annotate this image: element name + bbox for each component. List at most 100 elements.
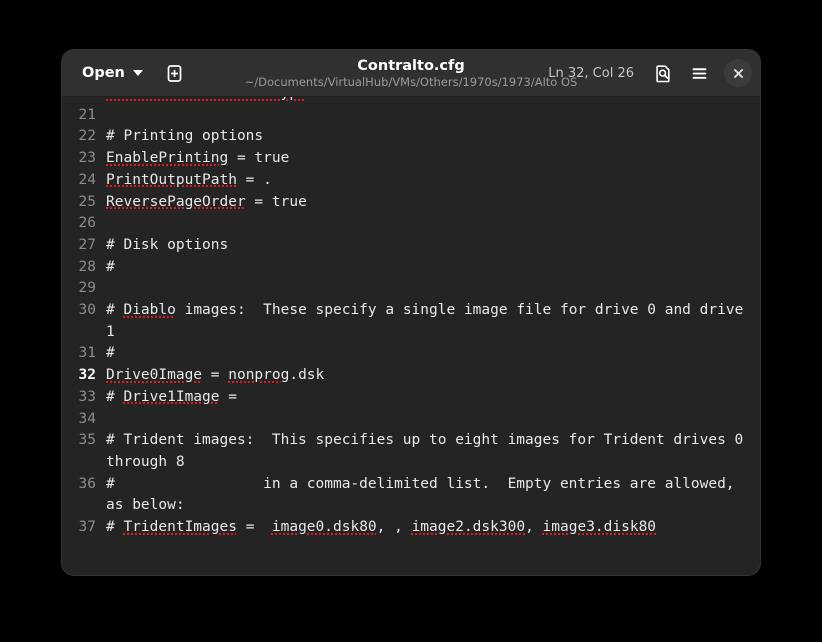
code-line[interactable]: 28# (62, 257, 760, 279)
code-line[interactable]: 30# Diablo images: These specify a singl… (62, 300, 760, 343)
code-line[interactable]: 26 (62, 213, 760, 235)
code-token: 1 (106, 324, 115, 340)
chevron-down-icon (133, 70, 143, 76)
line-number: 24 (62, 170, 106, 192)
line-number: 25 (62, 192, 106, 214)
window-title: Contralto.cfg (357, 57, 464, 75)
code-line[interactable]: 31# (62, 343, 760, 365)
code-line-text: EnablePrinting = true (106, 148, 760, 170)
misspelled-token: ReversePageOrder (106, 194, 246, 210)
headerbar-right-group: Ln 32, Col 26 (544, 56, 752, 90)
line-number: 22 (62, 126, 106, 148)
code-token: # Disk options (106, 237, 228, 253)
line-number: 28 (62, 257, 106, 279)
code-line-text: # TridentImages = image0.dsk80, , image2… (106, 517, 760, 539)
misspelled-token: Drive1Image (123, 389, 219, 405)
code-line-text: ReversePageOrder = true (106, 192, 760, 214)
code-line[interactable]: 20HostPacketInterfaceType = Ethernet (62, 97, 760, 105)
code-token: through 8 (106, 454, 185, 470)
code-token: # (106, 259, 115, 275)
main-menu-button[interactable] (682, 56, 716, 90)
code-line[interactable]: 21 (62, 105, 760, 127)
code-line-text: # Printing options (106, 126, 760, 148)
code-token: = (237, 519, 272, 535)
code-token: , (525, 519, 542, 535)
misspelled-token: Drive0Image (106, 367, 202, 383)
code-line[interactable]: 33# Drive1Image = (62, 387, 760, 409)
code-token: = (220, 389, 237, 405)
code-line-text: # in a comma-delimited list. Empty entri… (106, 474, 760, 517)
code-token: as below: (106, 497, 185, 513)
line-number: 35 (62, 430, 106, 452)
line-number: 36 (62, 474, 106, 496)
line-number: 29 (62, 278, 106, 300)
line-number: 27 (62, 235, 106, 257)
line-number: 30 (62, 300, 106, 322)
vertical-scrollbar[interactable] (754, 101, 758, 251)
code-token: # Printing options (106, 128, 263, 144)
code-line-text: HostPacketInterfaceType = Ethernet (106, 97, 760, 105)
code-token: = true (246, 194, 307, 210)
misspelled-token: image3.disk80 (543, 519, 657, 535)
window-subtitle-path: ~/Documents/VirtualHub/VMs/Others/1970s/… (245, 75, 578, 90)
line-number: 34 (62, 409, 106, 431)
line-number: 37 (62, 517, 106, 539)
code-line-text: # (106, 343, 760, 365)
find-replace-button[interactable] (646, 56, 680, 90)
code-editor-area[interactable]: 20HostPacketInterfaceType = Ethernet2122… (62, 97, 760, 575)
code-token: # in a comma-delimited list. Empty entri… (106, 476, 735, 492)
open-button-label: Open (82, 65, 125, 81)
code-line-text: # Diablo images: These specify a single … (106, 300, 760, 343)
code-line-text: # Drive1Image = (106, 387, 760, 409)
line-number: 26 (62, 213, 106, 235)
line-number: 21 (62, 105, 106, 127)
misspelled-token: HostPacketInterfaceType (106, 97, 307, 101)
code-line[interactable]: 36# in a comma-delimited list. Empty ent… (62, 474, 760, 517)
line-number: 31 (62, 343, 106, 365)
hamburger-menu-icon (690, 64, 709, 83)
text-editor-window: Open Contralto.cfg ~/Documents/VirtualHu… (62, 50, 760, 575)
code-line[interactable]: 37# TridentImages = image0.dsk80, , imag… (62, 517, 760, 539)
misspelled-token: nonprog (228, 367, 289, 383)
code-line[interactable]: 34 (62, 409, 760, 431)
document-search-icon (654, 64, 673, 83)
misspelled-token: image0.dsk80 (272, 519, 377, 535)
close-window-button[interactable] (724, 59, 752, 87)
misspelled-token: TridentImages (123, 519, 237, 535)
headerbar-left-group: Open (72, 56, 192, 90)
misspelled-token: image2.dsk300 (412, 519, 526, 535)
misspelled-token: Diablo (123, 302, 175, 318)
line-number: 20 (62, 97, 106, 105)
line-number: 33 (62, 387, 106, 409)
code-line-text: # (106, 257, 760, 279)
line-number: 23 (62, 148, 106, 170)
code-line[interactable]: 24PrintOutputPath = . (62, 170, 760, 192)
code-line[interactable]: 23EnablePrinting = true (62, 148, 760, 170)
new-document-button[interactable] (158, 56, 192, 90)
code-token: # (106, 345, 115, 361)
code-token: = Ethernet (307, 97, 403, 101)
close-x-icon (732, 67, 745, 80)
code-scroll-viewport[interactable]: 20HostPacketInterfaceType = Ethernet2122… (62, 97, 760, 575)
code-line-text: Drive0Image = nonprog.dsk (106, 365, 760, 387)
code-line[interactable]: 29 (62, 278, 760, 300)
code-token: # (106, 519, 123, 535)
misspelled-token: PrintOutputPath (106, 172, 237, 188)
code-line[interactable]: 25ReversePageOrder = true (62, 192, 760, 214)
code-token: # Trident images: This specifies up to e… (106, 432, 743, 448)
code-token: = true (228, 150, 289, 166)
code-token: # (106, 389, 123, 405)
code-token: = (202, 367, 228, 383)
code-line[interactable]: 22# Printing options (62, 126, 760, 148)
line-number: 32 (62, 365, 106, 387)
misspelled-token: EnablePrinting (106, 150, 228, 166)
code-line-text: # Disk options (106, 235, 760, 257)
code-line[interactable]: 35# Trident images: This specifies up to… (62, 430, 760, 473)
code-line[interactable]: 27# Disk options (62, 235, 760, 257)
code-token: .dsk (289, 367, 324, 383)
open-file-button[interactable]: Open (72, 60, 152, 86)
code-line[interactable]: 32Drive0Image = nonprog.dsk (62, 365, 760, 387)
cursor-position-label: Ln 32, Col 26 (544, 66, 644, 81)
code-line-text: # Trident images: This specifies up to e… (106, 430, 760, 473)
code-line-text: PrintOutputPath = . (106, 170, 760, 192)
